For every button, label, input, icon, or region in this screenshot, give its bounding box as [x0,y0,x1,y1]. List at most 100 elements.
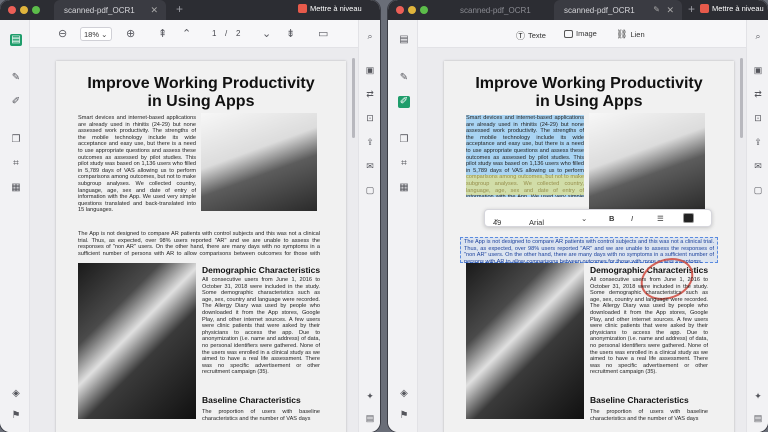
zoom-out-icon[interactable]: ⊖ [58,27,67,41]
link-tool-icon: ⛓ [616,29,628,39]
paragraph-demographic: All consecutive users from June 1, 2016 … [590,277,708,376]
minimize-window-button[interactable] [408,6,416,14]
edit-name-icon[interactable]: ✎ [653,5,660,14]
text-format-toolbar: 49 ⌄ Arial ⌄ B I ☰ [484,209,712,227]
title-line-2: in Using Apps [535,93,643,110]
ocr-icon[interactable]: ▣ [364,64,376,76]
forms-icon[interactable]: ▦ [398,182,410,194]
chevron-down-icon: ⌄ [581,214,588,223]
ocr-icon[interactable]: ▣ [752,64,764,76]
heading-baseline: Baseline Characteristics [202,395,301,405]
next-page-icon[interactable]: ⌄ [262,27,271,41]
new-tab-icon[interactable]: + [688,2,695,16]
tab-document-1[interactable]: scanned-pdf_OCR1 [450,0,550,20]
bold-button[interactable]: B [609,214,614,223]
close-window-button[interactable] [8,6,16,14]
edit-tool-icon[interactable]: ✐ [398,96,410,108]
pages-icon[interactable]: ❐ [10,134,22,146]
layers-icon[interactable]: ◈ [398,388,410,400]
new-tab-icon[interactable]: + [176,2,183,16]
convert-icon[interactable]: ⇄ [364,88,376,100]
italic-button[interactable]: I [631,214,633,223]
title-line-1: Improve Working Productivity [475,75,703,92]
reader-icon[interactable]: ▤ [398,34,410,46]
left-sidebar: ▤ ✎ ✐ ❐ ⌗ ▦ ◈ ⚑ [388,20,418,432]
close-tab-icon[interactable]: ✕ [666,5,674,16]
zoom-window-button[interactable] [32,6,40,14]
document-canvas[interactable]: Improve Working Productivity in Using Ap… [30,48,358,432]
link-tool-button[interactable]: ⛓ Lien [616,29,645,40]
minimize-window-button[interactable] [20,6,28,14]
zoom-in-icon[interactable]: ⊕ [126,27,135,41]
stairs-photo [589,113,705,211]
text-tool-label: Texte [528,31,546,40]
crop-icon[interactable]: ⌗ [10,158,22,170]
text-tool-icon: Ⓣ [516,31,526,41]
upgrade-button[interactable]: Mettre à niveau [698,4,764,13]
search-icon[interactable]: ⌕ [752,30,764,42]
forms-icon[interactable]: ▦ [10,182,22,194]
prev-page-icon[interactable]: ⌃ [182,27,191,41]
font-size-select[interactable]: 49 ⌄ [493,214,501,227]
window-right: scanned-pdf_OCR1 scanned-pdf_OCR1 ✎ ✕ + … [388,0,768,432]
document-canvas[interactable]: Improve Working Productivity in Using Ap… [418,48,746,432]
search-icon[interactable]: ⌕ [364,30,376,42]
chat-icon[interactable]: ▤ [364,412,376,424]
comment-icon[interactable]: ▭ [318,27,328,41]
protect-icon[interactable]: ⊡ [752,112,764,124]
save-icon[interactable]: ▢ [752,184,764,196]
align-icon[interactable]: ☰ [657,214,664,223]
text-tool-button[interactable]: Ⓣ Texte [516,29,546,42]
upgrade-button[interactable]: Mettre à niveau [298,4,362,13]
chat-icon[interactable]: ▤ [752,412,764,424]
bookmark-icon[interactable]: ⚑ [10,410,22,422]
tab-document-2[interactable]: scanned-pdf_OCR1 ✎ ✕ [554,0,682,20]
upgrade-label: Mettre à niveau [712,4,764,13]
edit-tool-icon[interactable]: ✐ [10,96,22,108]
building-photo [78,263,196,419]
pages-icon[interactable]: ❐ [398,134,410,146]
last-page-icon[interactable]: ⇟ [286,27,295,41]
tab-label: scanned-pdf_OCR1 [460,6,531,15]
pdf-page: Improve Working Productivity in Using Ap… [444,61,734,432]
comment-tool-icon[interactable]: ✎ [398,72,410,84]
scrollbar[interactable] [352,58,355,138]
page-total: 2 [236,29,241,38]
scrollbar[interactable] [740,58,743,138]
reader-icon[interactable]: ▤ [10,34,22,46]
link-tool-label: Lien [630,30,645,39]
zoom-window-button[interactable] [420,6,428,14]
highlight-overlay [466,175,584,195]
document-title: Improve Working Productivity in Using Ap… [56,75,346,111]
zoom-select[interactable]: 18% ⌄ [80,27,112,41]
text-color-swatch[interactable] [683,213,694,223]
ai-icon[interactable]: ✦ [752,390,764,402]
upgrade-label: Mettre à niveau [310,4,362,13]
bookmark-icon[interactable]: ⚑ [398,410,410,422]
save-icon[interactable]: ▢ [364,184,376,196]
image-tool-label: Image [576,29,597,38]
tab-document[interactable]: scanned-pdf_OCR1 ✕ [54,0,166,20]
title-bar: scanned-pdf_OCR1 ✕ + Mettre à niveau [0,0,380,20]
share-icon[interactable]: ⇪ [364,136,376,148]
title-line-1: Improve Working Productivity [87,75,315,92]
image-tool-button[interactable]: Image [564,29,597,38]
crop-icon[interactable]: ⌗ [398,158,410,170]
share-icon[interactable]: ⇪ [752,136,764,148]
font-family-value: Arial [529,218,545,227]
close-window-button[interactable] [396,6,404,14]
font-size-value: 49 [493,218,502,227]
ai-icon[interactable]: ✦ [364,390,376,402]
protect-icon[interactable]: ⊡ [364,112,376,124]
edit-toolbar: Ⓣ Texte Image ⛓ Lien [388,20,768,48]
convert-icon[interactable]: ⇄ [752,88,764,100]
layers-icon[interactable]: ◈ [10,388,22,400]
zoom-value: 18% [84,30,100,39]
email-icon[interactable]: ✉ [364,160,376,172]
first-page-icon[interactable]: ⇞ [158,27,167,41]
comment-tool-icon[interactable]: ✎ [10,72,22,84]
email-icon[interactable]: ✉ [752,160,764,172]
close-tab-icon[interactable]: ✕ [150,5,158,16]
title-line-2: in Using Apps [147,93,255,110]
page-current[interactable]: 1 [212,29,216,38]
